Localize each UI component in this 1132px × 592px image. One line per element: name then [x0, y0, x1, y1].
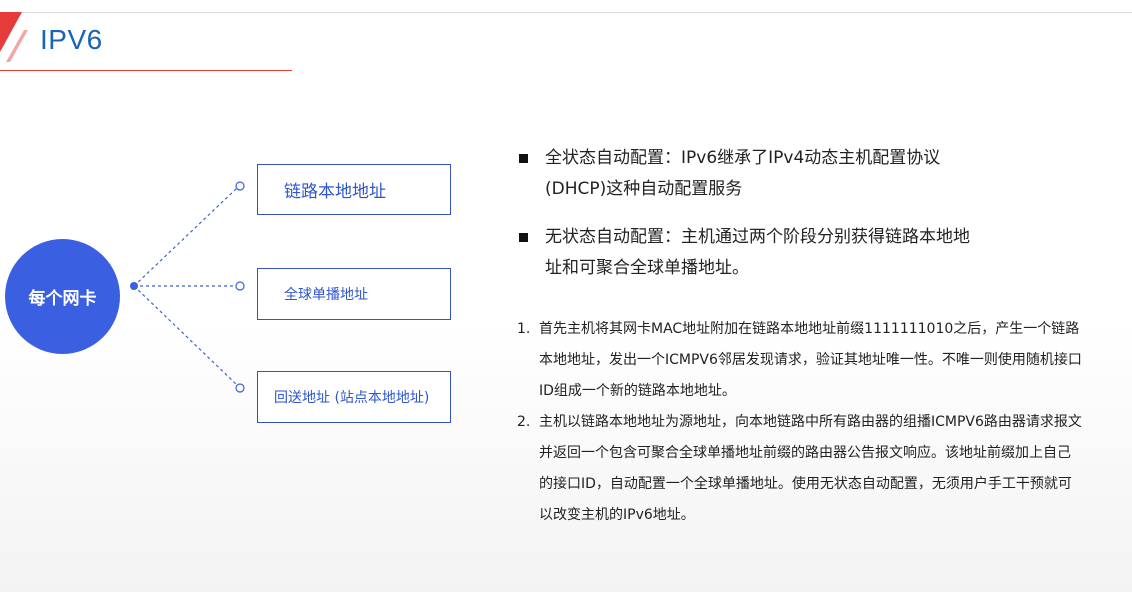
address-label: 全球单播地址 [284, 287, 368, 303]
bullet-text: 全状态自动配置：IPv6继承了IPv4动态主机配置协议(DHCP)这种自动配置服… [545, 148, 941, 199]
step-item: 2. 主机以链路本地地址为源地址，向本地链路中所有路由器的组播ICMPV6路由器… [517, 407, 1082, 531]
nic-label: 每个网卡 [28, 289, 97, 309]
address-label: 回送地址 (站点本地地址) [274, 390, 430, 406]
bullet-item: 无状态自动配置：主机通过两个阶段分别获得链路本地地址和可聚合全球单播地址。 [517, 222, 975, 284]
global-unicast-address-box: 全球单播地址 [257, 268, 451, 320]
connector-line-loopback [133, 285, 238, 386]
connector-end-dot [235, 281, 245, 291]
connector-end-dot [235, 181, 245, 191]
step-number: 1. [517, 321, 531, 337]
address-label: 链路本地地址 [284, 182, 386, 202]
link-local-address-box: 链路本地地址 [257, 164, 451, 215]
connector-end-dot [235, 383, 245, 393]
bullet-text: 无状态自动配置：主机通过两个阶段分别获得链路本地地址和可聚合全球单播地址。 [545, 227, 970, 278]
step-number: 2. [517, 414, 531, 430]
loopback-address-box: 回送地址 (站点本地地址) [257, 371, 451, 423]
steps-list: 1. 首先主机将其网卡MAC地址附加在链路本地地址前缀1111111010之后，… [517, 314, 1082, 531]
connector-line-link-local [133, 187, 238, 287]
step-text: 主机以链路本地地址为源地址，向本地链路中所有路由器的组播ICMPV6路由器请求报… [539, 414, 1082, 523]
bullet-item: 全状态自动配置：IPv6继承了IPv4动态主机配置协议(DHCP)这种自动配置服… [517, 143, 965, 205]
step-text: 首先主机将其网卡MAC地址附加在链路本地地址前缀1111111010之后，产生一… [539, 321, 1082, 399]
nic-circle: 每个网卡 [5, 239, 120, 354]
step-item: 1. 首先主机将其网卡MAC地址附加在链路本地地址前缀1111111010之后，… [517, 314, 1082, 407]
config-bullet-list: 全状态自动配置：IPv6继承了IPv4动态主机配置协议(DHCP)这种自动配置服… [517, 143, 975, 284]
connector-hub-dot [130, 282, 138, 290]
